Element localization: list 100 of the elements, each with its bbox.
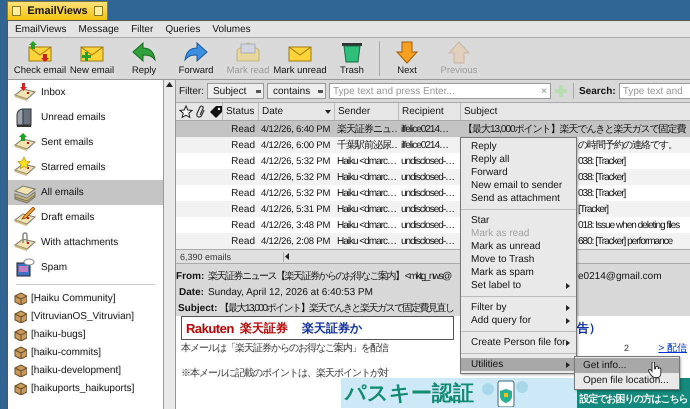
menu-item[interactable]: Utilities bbox=[461, 358, 576, 371]
menu-item[interactable]: Reply bbox=[461, 140, 576, 153]
draft-mail-icon bbox=[14, 206, 36, 228]
menu-item[interactable]: Add query for bbox=[461, 314, 576, 327]
folder-item[interactable]: [haiku-development] bbox=[31, 364, 122, 376]
menu-item[interactable]: Message bbox=[78, 24, 120, 34]
folder-item[interactable]: [haiku-commits] bbox=[31, 346, 102, 358]
table-cell: 038: [Tracker] bbox=[578, 172, 626, 182]
menu-item[interactable]: Volumes bbox=[212, 24, 251, 34]
toolbar-button[interactable]: Next bbox=[381, 40, 433, 76]
column-header[interactable]: Recipient bbox=[398, 103, 460, 120]
menu-item[interactable]: EmailViews bbox=[15, 24, 66, 34]
mailbox-item[interactable]: Inbox bbox=[8, 80, 163, 105]
dropdown[interactable]: Subject bbox=[207, 83, 264, 99]
from-value: 楽天証券ニュース【楽天証券からのお得なご案内】 <mktg_nws@ bbox=[208, 271, 451, 282]
headline: 楽天証券か bbox=[302, 320, 362, 336]
scroll-left-icon[interactable] bbox=[284, 253, 292, 260]
down-arrow-icon bbox=[394, 40, 420, 64]
table-cell: 038: [Tracker] bbox=[578, 156, 626, 166]
mailbox-item[interactable]: Unread emails bbox=[8, 105, 163, 130]
clear-button[interactable]: × bbox=[541, 86, 547, 96]
window-title: EmailViews bbox=[27, 5, 88, 17]
filter-field[interactable]: Type text and press Enter... × bbox=[329, 83, 551, 99]
table-cell: undisclosed-… bbox=[401, 236, 454, 246]
column-header[interactable]: Status bbox=[222, 103, 258, 120]
table-cell: Read bbox=[231, 156, 255, 166]
submenu-arrow-icon bbox=[566, 362, 570, 368]
table-cell: Haiku <dmarc… bbox=[337, 236, 396, 246]
mailbox-item[interactable]: Sent emails bbox=[8, 130, 163, 155]
toolbar-button[interactable]: Reply bbox=[118, 40, 170, 76]
package-icon bbox=[14, 382, 27, 394]
table-cell: Read bbox=[231, 124, 255, 134]
brand-name: 楽天証券 bbox=[240, 320, 288, 336]
reply-arrow-icon bbox=[131, 40, 157, 64]
menu-item[interactable]: Reply all bbox=[461, 153, 576, 166]
banner-title: パスキー認証 bbox=[345, 381, 474, 407]
folder-item[interactable]: [VitruvianOS_Vitruvian] bbox=[31, 310, 134, 322]
menu-item[interactable]: Forward bbox=[461, 166, 576, 179]
package-icon bbox=[14, 328, 27, 340]
mailbox-item[interactable]: Spam bbox=[8, 255, 163, 280]
menu-item[interactable]: Get info... bbox=[575, 358, 679, 373]
attachment-mail-icon bbox=[14, 232, 36, 254]
star-icon[interactable] bbox=[179, 104, 193, 118]
table-cell: Read bbox=[231, 140, 255, 150]
menu-item[interactable]: Create Person file for bbox=[461, 336, 576, 349]
body-text: ※本メールに記載のポイントは、楽天ポイントが対 bbox=[181, 366, 388, 380]
column-header[interactable]: Sender bbox=[334, 103, 398, 120]
scroll-up-icon[interactable] bbox=[166, 82, 173, 87]
table-cell: 4/12/26, 5:31 PM bbox=[261, 204, 330, 214]
unsubscribe-link[interactable]: > 配信 bbox=[658, 340, 687, 354]
tag-icon[interactable] bbox=[209, 104, 223, 118]
close-box[interactable] bbox=[12, 6, 22, 16]
table-cell: 4/12/26, 6:00 PM bbox=[261, 140, 330, 150]
zoom-box[interactable] bbox=[94, 6, 103, 16]
table-cell: ilfelice0214… bbox=[401, 140, 448, 150]
toolbar-button[interactable]: Trash bbox=[326, 40, 378, 76]
toolbar-button[interactable]: Mark unread bbox=[274, 40, 326, 76]
table-cell: の時間予約の連絡です。 bbox=[578, 140, 677, 151]
column-header[interactable]: Date bbox=[258, 103, 334, 120]
folder-item[interactable]: [Haiku Community] bbox=[31, 292, 116, 304]
menu-item[interactable]: Star bbox=[461, 214, 576, 227]
table-cell: 4/12/26, 3:48 PM bbox=[261, 220, 330, 230]
column-header[interactable]: Subject bbox=[460, 103, 690, 120]
mailbox-item[interactable]: Starred emails bbox=[8, 155, 163, 180]
toolbar-button[interactable]: Forward bbox=[170, 40, 222, 76]
table-cell: undisclosed-… bbox=[401, 204, 454, 214]
menu-item[interactable]: Queries bbox=[165, 24, 200, 34]
mailbox-item[interactable]: Draft emails bbox=[8, 205, 163, 230]
scrollbar[interactable] bbox=[164, 80, 176, 409]
submenu-arrow-icon bbox=[566, 282, 570, 288]
package-icon bbox=[14, 346, 27, 358]
menu-item[interactable]: Filter bbox=[131, 24, 154, 34]
folder-item[interactable]: [haikuports_haikuports] bbox=[31, 382, 134, 394]
table-cell: Read bbox=[231, 236, 255, 246]
submenu-arrow-icon bbox=[566, 340, 570, 346]
table-row[interactable]: Read 4/12/26, 6:40 PM 楽天証券ニュ…ilfelice0214… 【最大13,000ポイント】楽天でんきと楽天ガスで固定費 bbox=[176, 121, 690, 137]
table-cell: Haiku <dmarc… bbox=[337, 220, 396, 230]
menu-item[interactable]: Set label to bbox=[461, 279, 576, 292]
mailbox-item[interactable]: With attachments bbox=[8, 230, 163, 255]
folder-item[interactable]: [haiku-bugs] bbox=[31, 328, 86, 340]
table-cell: Read bbox=[231, 188, 255, 198]
menu-item[interactable]: Open file location... bbox=[575, 373, 679, 388]
subject-label: Subject: bbox=[177, 302, 218, 314]
email-count: 6,390 emails bbox=[176, 252, 284, 262]
sent-mail-icon bbox=[14, 132, 36, 154]
table-cell: Haiku <dmarc… bbox=[337, 188, 396, 198]
toolbar-button[interactable]: New email bbox=[66, 40, 118, 76]
toolbar-button[interactable]: Check email bbox=[14, 40, 66, 76]
table-cell: Read bbox=[231, 220, 255, 230]
table-cell: [Tracker] bbox=[578, 204, 608, 214]
submenu-arrow-icon bbox=[566, 318, 570, 324]
menu-item[interactable]: Move to Trash bbox=[461, 253, 576, 266]
dropdown[interactable]: contains bbox=[267, 83, 326, 99]
table-cell: 4/12/26, 5:32 PM bbox=[261, 188, 330, 198]
table-cell: 4/12/26, 5:32 PM bbox=[261, 172, 330, 182]
menu-item[interactable]: Filter by bbox=[461, 301, 576, 314]
menu-item[interactable]: Mark as spam bbox=[461, 266, 576, 279]
mailbox-item[interactable]: All emails bbox=[8, 180, 163, 205]
paperclip-icon[interactable] bbox=[195, 104, 207, 118]
table-cell: 4/12/26, 2:08 PM bbox=[261, 236, 330, 246]
